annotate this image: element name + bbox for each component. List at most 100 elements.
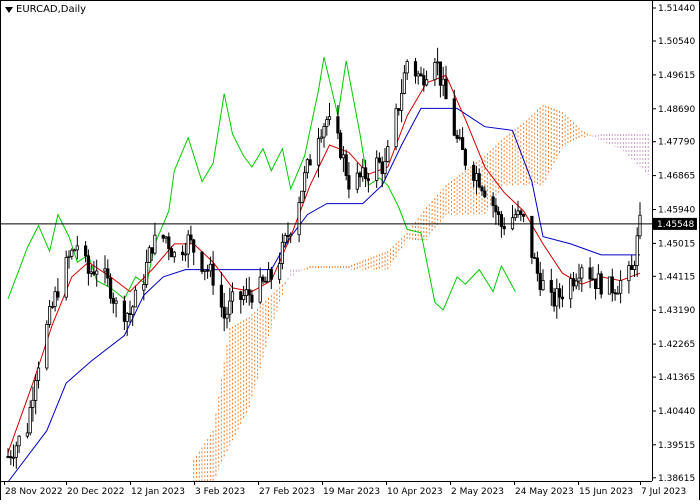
candle-body-bull: [394, 108, 398, 147]
candle-body-bull: [172, 251, 176, 258]
x-tick-label: 7 Jul 2023: [641, 487, 686, 497]
y-tick-label: 1.45940: [658, 206, 695, 216]
y-tick-label: 1.39515: [658, 441, 695, 451]
candle-body-bear: [269, 269, 273, 280]
x-tick-label: 27 Feb 2023: [259, 487, 315, 497]
candle-body-bull: [627, 265, 631, 282]
candle-body-bull: [11, 456, 16, 459]
candle-body-bear: [599, 273, 603, 295]
candle-body-bear: [161, 234, 165, 239]
candle-body-bear: [286, 235, 290, 237]
candle-body-bear: [247, 289, 251, 296]
candle-body-bull: [131, 306, 135, 315]
x-tick-label: 19 Mar 2023: [323, 487, 380, 497]
candle-body-bear: [491, 196, 495, 207]
candle-body-bull: [164, 236, 168, 239]
candle-body-bull: [14, 445, 18, 458]
candle-body-bear: [358, 172, 362, 178]
candle-body-bear: [377, 157, 382, 163]
candle-body-bull: [441, 78, 445, 86]
candle-body-bear: [499, 214, 504, 227]
candle-body-bull: [635, 235, 639, 266]
candle-body-bear: [535, 257, 540, 274]
candle-body-bull: [114, 300, 118, 304]
candle-body-bear: [380, 161, 384, 175]
y-tick-label: 1.48690: [658, 105, 695, 115]
candle-body-bear: [122, 300, 126, 322]
candle-body-bear: [92, 271, 96, 275]
candle-body-bear: [549, 280, 553, 293]
candle-body-bull: [230, 291, 235, 302]
dropdown-triangle-icon[interactable]: [5, 6, 13, 13]
candle-body-bull: [316, 138, 321, 166]
chart-svg: 1.51440 1.50540 1.49615 1.48690 1.47790 1.468…: [0, 0, 700, 500]
candle-body-bull: [424, 79, 429, 86]
candle-body-bear: [264, 280, 268, 283]
candle-body-bull: [241, 295, 246, 300]
y-tick-label: 1.49615: [658, 71, 695, 81]
chart-background: [0, 0, 700, 500]
candle-body-bull: [607, 276, 612, 295]
candle-body-bear: [571, 278, 576, 287]
y-tick-label: 1.45015: [658, 239, 695, 249]
candle-body-bull: [327, 116, 332, 120]
candle-body-bear: [211, 263, 215, 286]
candle-body-bull: [541, 280, 545, 291]
candle-body-bull: [280, 241, 285, 264]
candle-body-bull: [36, 367, 41, 381]
y-tick-label: 1.46865: [658, 172, 695, 182]
y-axis: 1.51440 1.50540 1.49615 1.48690 1.47790 1.468…: [652, 4, 695, 484]
candle-body-bull: [516, 210, 520, 216]
candle-body-bull: [228, 300, 232, 315]
candle-body-bull: [28, 406, 32, 434]
candle-body-bear: [496, 211, 501, 215]
candle-body-bear: [180, 251, 185, 256]
candle-body-bull: [147, 247, 151, 263]
candle-body-bear: [9, 456, 13, 459]
candle-body-bear: [205, 269, 210, 272]
candle-body-bull: [203, 269, 207, 272]
candle-body-bear: [239, 291, 243, 300]
candle-body-bull: [289, 234, 293, 237]
candle-body-bear: [438, 61, 443, 86]
candle-body-bull: [433, 62, 437, 81]
candle-body-bear: [222, 306, 226, 319]
y-tick-label: 1.41365: [658, 373, 695, 383]
candle-body-bull: [435, 61, 440, 64]
candle-body-bull: [580, 267, 584, 279]
x-tick-label: 12 Jan 2023: [131, 487, 185, 497]
candle-body-bear: [106, 268, 110, 279]
candle-body-bear: [344, 154, 348, 177]
candle-body-bear: [522, 214, 526, 217]
candle-body-bear: [594, 278, 598, 290]
candle-body-bull: [341, 154, 346, 159]
x-tick-label: 3 Feb 2023: [195, 487, 245, 497]
candle-body-bull: [133, 289, 138, 308]
candle-body-bear: [483, 190, 487, 198]
candle-body-bull: [45, 323, 49, 369]
candle-body-bull: [208, 263, 212, 272]
x-tick-label: 15 Jun 2023: [579, 487, 633, 497]
x-tick-label: 28 Nov 2022: [5, 487, 63, 497]
candle-body-bear: [308, 159, 312, 166]
candle-body-bull: [319, 136, 323, 140]
candle-body-bear: [558, 288, 562, 298]
candle-body-bull: [355, 172, 359, 190]
candle-body-bear: [591, 278, 595, 281]
candle-body-bear: [477, 173, 481, 188]
candle-body-bull: [302, 172, 307, 192]
candle-body-bull: [244, 289, 248, 296]
candle-body-bear: [452, 98, 456, 136]
candle-body-bull: [70, 249, 74, 257]
y-tick-label: 1.51440: [658, 4, 695, 14]
candle-body-bear: [472, 164, 476, 181]
candle-body-bull: [577, 277, 581, 282]
candle-body-bull: [53, 291, 57, 307]
candle-body-bear: [150, 247, 154, 254]
candle-body-bear: [480, 186, 484, 192]
candle-body-bull: [48, 306, 52, 325]
candle-body-bear: [192, 239, 196, 253]
candle-body-bull: [89, 271, 93, 274]
candle-body-bear: [419, 73, 423, 77]
candle-body-bull: [297, 202, 301, 236]
